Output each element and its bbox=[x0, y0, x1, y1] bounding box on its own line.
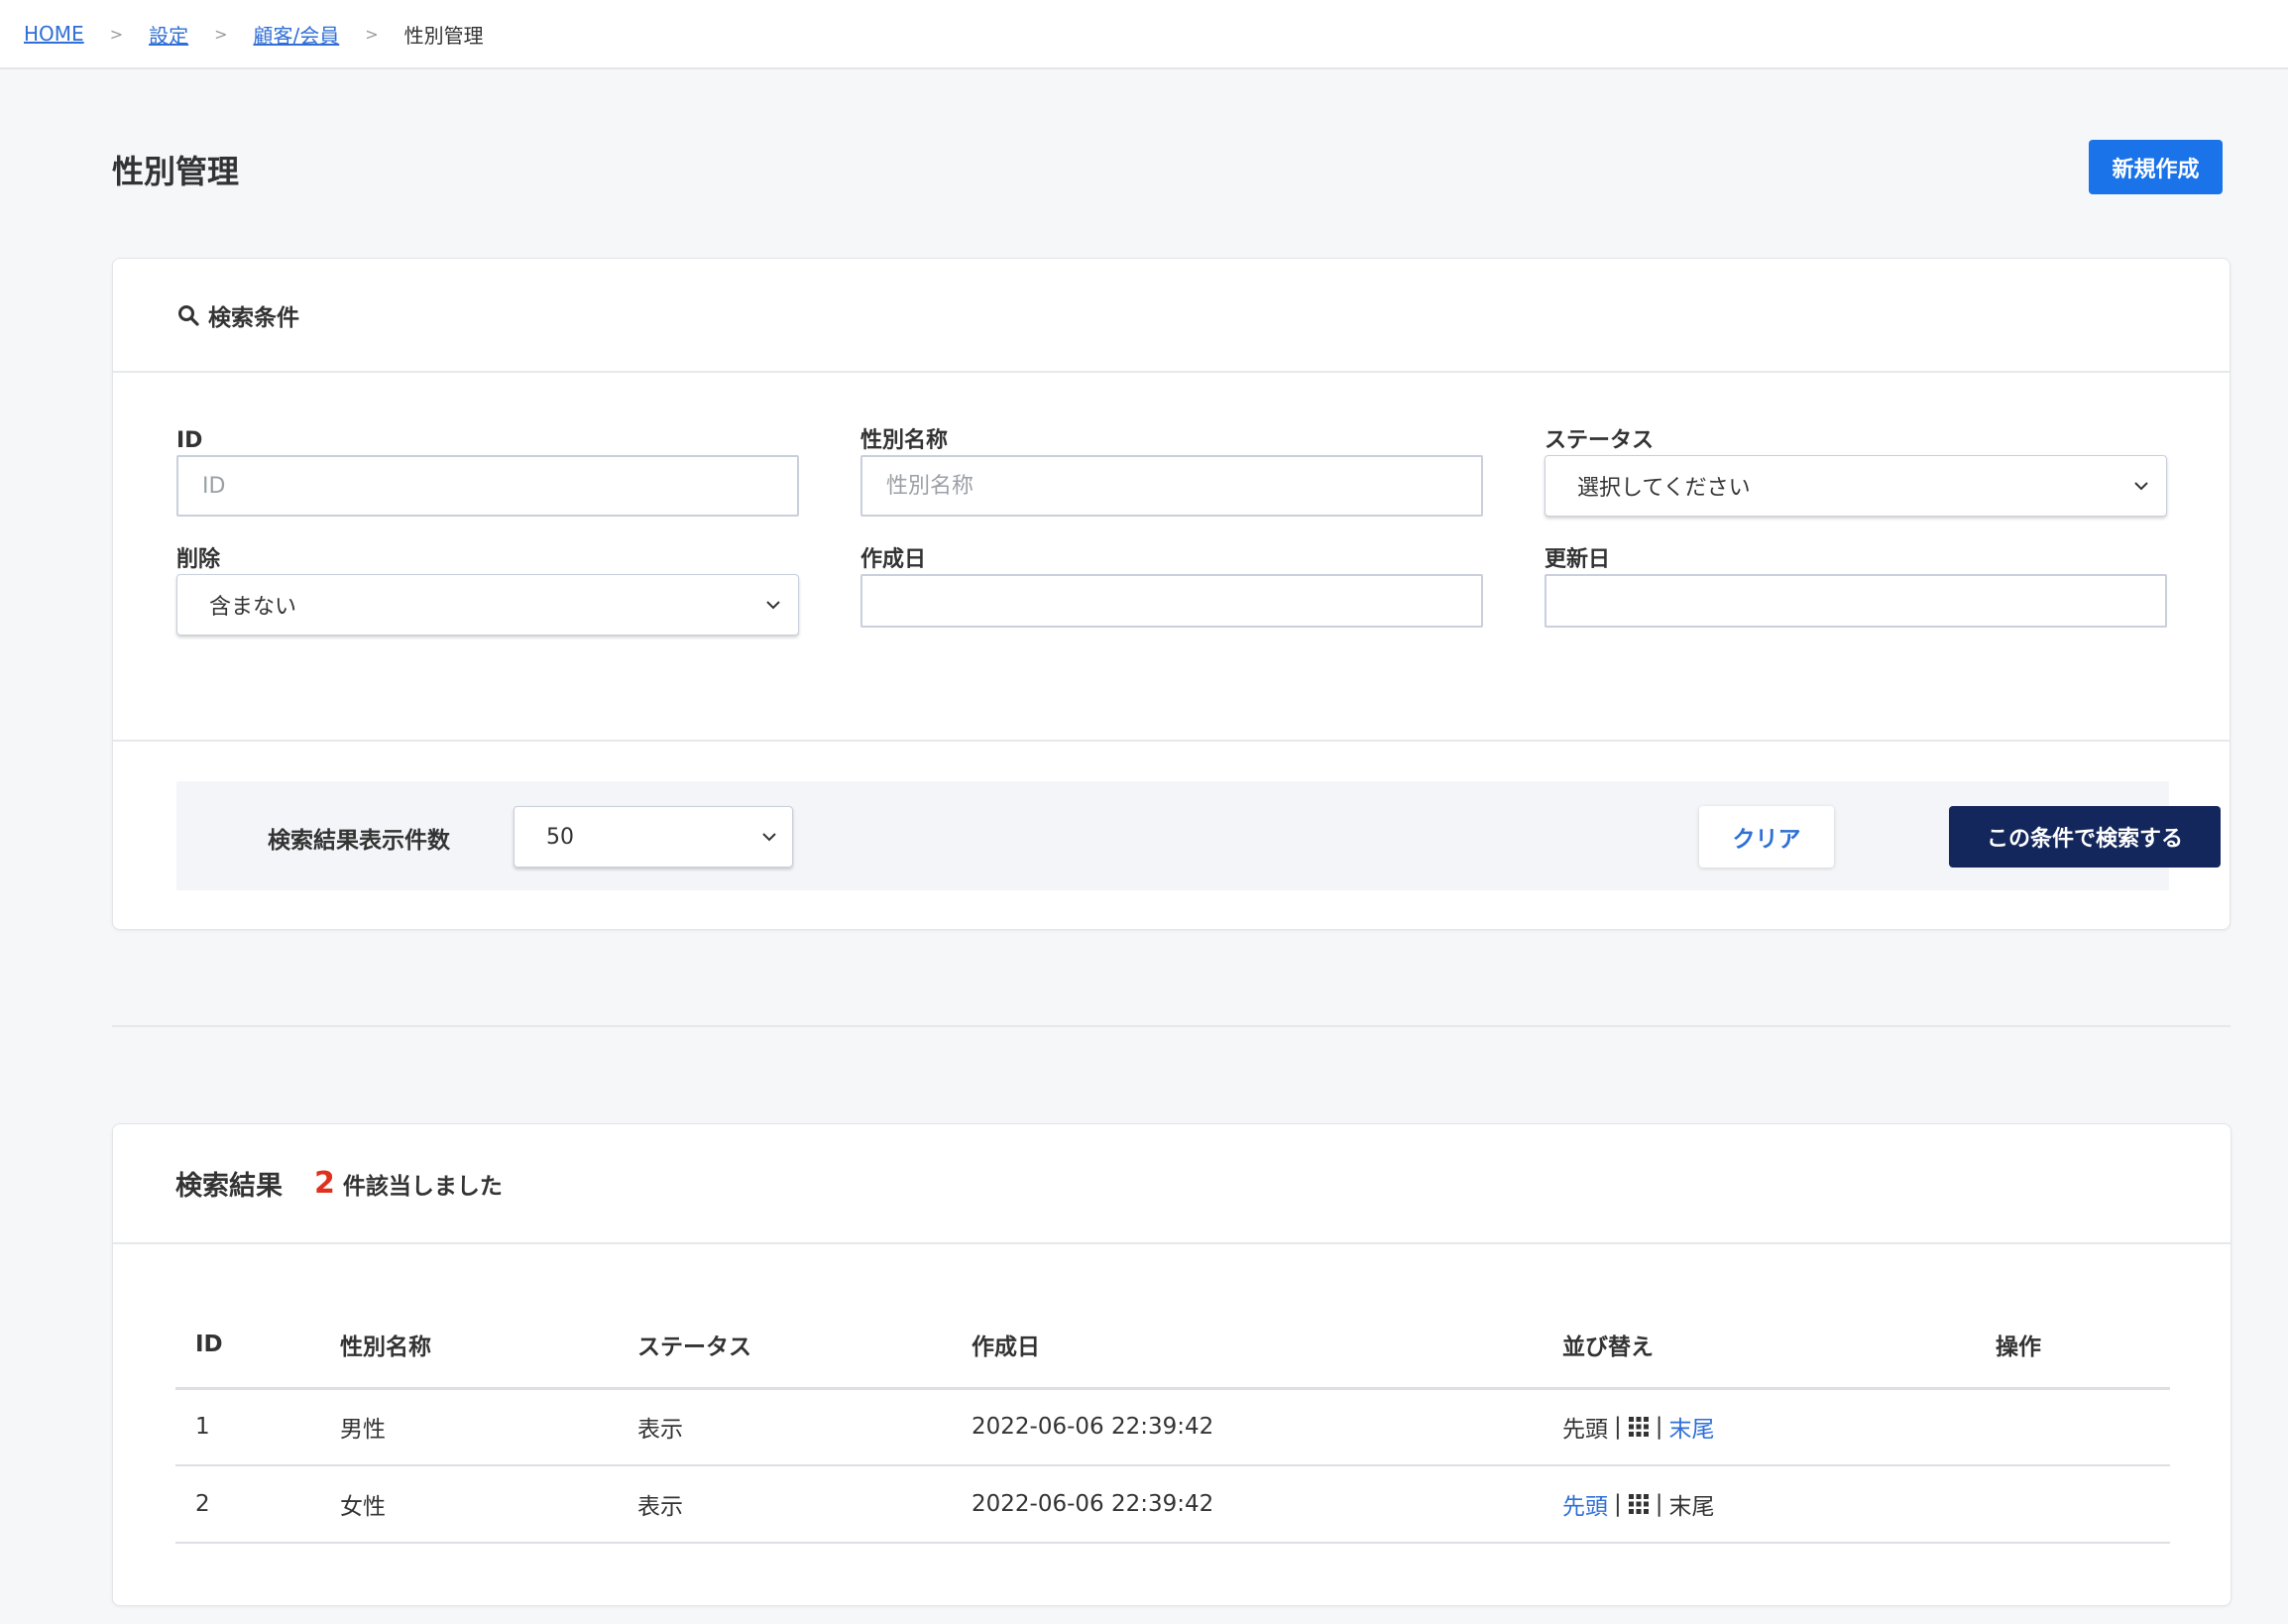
deleted-select[interactable]: 含まない bbox=[176, 574, 799, 636]
column-header-created: 作成日 bbox=[952, 1303, 1543, 1390]
deleted-select-value: 含まない bbox=[209, 595, 297, 620]
column-header-name: 性別名称 bbox=[320, 1303, 618, 1390]
cell-sort: 先頭 | | 末尾 bbox=[1543, 1388, 1976, 1466]
sort-last-disabled: 末尾 bbox=[1668, 1494, 1715, 1520]
chevron-down-icon bbox=[766, 601, 780, 610]
status-field: ステータス 選択してください bbox=[1544, 427, 2167, 517]
column-header-id: ID bbox=[175, 1303, 320, 1390]
deleted-field: 削除 含まない bbox=[176, 546, 799, 636]
cell-status: 表示 bbox=[618, 1388, 952, 1466]
section-divider bbox=[112, 1025, 2231, 1027]
sort-separator: | bbox=[1614, 1491, 1622, 1517]
result-count-select[interactable]: 50 bbox=[514, 806, 793, 868]
search-panel: 検索条件 ID 性別名称 ステータス 選択してください 削除 含まない bbox=[112, 258, 2231, 930]
cell-created: 2022-06-06 22:39:42 bbox=[952, 1388, 1543, 1466]
cell-name: 女性 bbox=[320, 1465, 618, 1544]
deleted-label: 削除 bbox=[176, 547, 221, 572]
search-panel-header: 検索条件 bbox=[113, 259, 2230, 373]
breadcrumb-current: 性別管理 bbox=[403, 23, 484, 48]
column-header-status: ステータス bbox=[618, 1303, 952, 1390]
results-panel: 検索結果 2 件該当しました ID 性別名称 ステータス 作成日 並び替え 操作… bbox=[112, 1123, 2231, 1606]
id-input[interactable] bbox=[176, 455, 799, 517]
breadcrumb-home-link[interactable]: HOME bbox=[24, 22, 84, 46]
results-header: 検索結果 2 件該当しました bbox=[113, 1124, 2231, 1244]
cell-sort: 先頭 | | 末尾 bbox=[1543, 1465, 1976, 1544]
table-header-row: ID 性別名称 ステータス 作成日 並び替え 操作 bbox=[175, 1303, 2170, 1390]
results-count-suffix: 件該当しました bbox=[342, 1173, 503, 1200]
column-header-actions: 操作 bbox=[1976, 1303, 2170, 1390]
status-select[interactable]: 選択してください bbox=[1544, 455, 2167, 517]
table-row: 1 男性 表示 2022-06-06 22:39:42 先頭 | | 末尾 bbox=[175, 1388, 2170, 1466]
sort-separator: | bbox=[1614, 1414, 1622, 1441]
created-date-label: 作成日 bbox=[860, 547, 927, 572]
breadcrumb-separator: > bbox=[214, 24, 228, 44]
cell-created: 2022-06-06 22:39:42 bbox=[952, 1465, 1543, 1544]
breadcrumb-settings-link[interactable]: 設定 bbox=[149, 20, 188, 49]
clear-button[interactable]: クリア bbox=[1699, 806, 1834, 868]
cell-name: 男性 bbox=[320, 1388, 618, 1466]
search-actions: 検索結果表示件数 50 クリア この条件で検索する bbox=[113, 740, 2230, 931]
gender-name-field: 性別名称 bbox=[860, 427, 1483, 517]
new-create-button[interactable]: 新規作成 bbox=[2089, 140, 2223, 194]
sort-separator: | bbox=[1655, 1491, 1663, 1517]
updated-date-field: 更新日 bbox=[1544, 546, 2167, 628]
page-title: 性別管理 bbox=[112, 153, 240, 190]
created-date-field: 作成日 bbox=[860, 546, 1483, 628]
search-icon bbox=[178, 304, 199, 326]
updated-date-input[interactable] bbox=[1544, 574, 2167, 628]
search-submit-button[interactable]: この条件で検索する bbox=[1949, 806, 2221, 868]
gender-name-input[interactable] bbox=[860, 455, 1483, 517]
sort-last-link[interactable]: 末尾 bbox=[1669, 1410, 1715, 1444]
sort-first-link[interactable]: 先頭 bbox=[1562, 1487, 1608, 1521]
breadcrumb: HOME > 設定 > 顧客/会員 > 性別管理 bbox=[0, 0, 2288, 69]
sort-first-disabled: 先頭 bbox=[1562, 1417, 1608, 1444]
result-count-select-value: 50 bbox=[546, 824, 574, 850]
search-panel-title: 検索条件 bbox=[208, 304, 299, 331]
id-label: ID bbox=[176, 428, 203, 453]
cell-actions bbox=[1976, 1465, 2170, 1544]
chevron-down-icon bbox=[762, 833, 776, 842]
grid-drag-icon[interactable] bbox=[1628, 1493, 1650, 1515]
status-select-value: 選択してください bbox=[1577, 476, 1751, 501]
cell-status: 表示 bbox=[618, 1465, 952, 1544]
results-count: 2 bbox=[314, 1166, 335, 1201]
breadcrumb-customer-link[interactable]: 顧客/会員 bbox=[254, 20, 340, 49]
cell-id: 2 bbox=[175, 1465, 320, 1544]
cell-id: 1 bbox=[175, 1388, 320, 1466]
created-date-input[interactable] bbox=[860, 574, 1483, 628]
results-title: 検索結果 bbox=[175, 1171, 283, 1202]
status-label: ステータス bbox=[1544, 428, 1655, 453]
cell-actions bbox=[1976, 1388, 2170, 1466]
column-header-sort: 並び替え bbox=[1543, 1303, 1976, 1390]
chevron-down-icon bbox=[2134, 482, 2148, 491]
gender-name-label: 性別名称 bbox=[860, 428, 949, 453]
updated-date-label: 更新日 bbox=[1544, 547, 1611, 572]
table-row: 2 女性 表示 2022-06-06 22:39:42 先頭 | | 末尾 bbox=[175, 1465, 2170, 1544]
breadcrumb-separator: > bbox=[109, 24, 124, 44]
sort-separator: | bbox=[1655, 1414, 1663, 1441]
grid-drag-icon[interactable] bbox=[1628, 1416, 1650, 1438]
search-control-strip: 検索結果表示件数 50 クリア この条件で検索する bbox=[176, 781, 2221, 890]
breadcrumb-separator: > bbox=[365, 24, 379, 44]
result-count-label: 検索結果表示件数 bbox=[268, 828, 450, 854]
id-field: ID bbox=[176, 427, 799, 517]
results-table: ID 性別名称 ステータス 作成日 並び替え 操作 1 男性 表示 2022-0… bbox=[175, 1303, 2170, 1544]
